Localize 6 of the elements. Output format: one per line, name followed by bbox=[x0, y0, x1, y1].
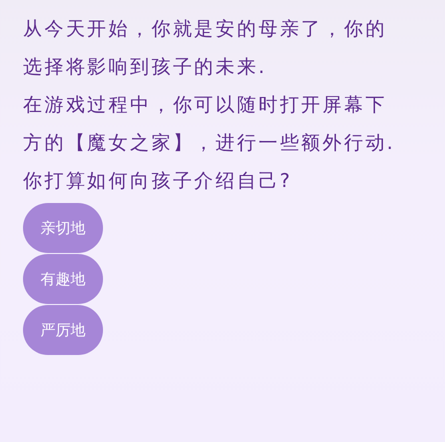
story-text: 从今天开始，你就是安的母亲了，你的选择将影响到孩子的未来. bbox=[23, 17, 388, 80]
story-text: 在游戏过程中，你可以随时打开屏幕下方的【魔女之家】，进行一些额外行动. bbox=[23, 93, 396, 156]
choice-button[interactable]: 严厉地 bbox=[23, 305, 103, 355]
story-text: 你打算如何向孩子介绍自己? bbox=[23, 169, 294, 194]
choice-button[interactable]: 亲切地 bbox=[23, 203, 103, 253]
choice-button[interactable]: 有趣地 bbox=[23, 254, 103, 304]
